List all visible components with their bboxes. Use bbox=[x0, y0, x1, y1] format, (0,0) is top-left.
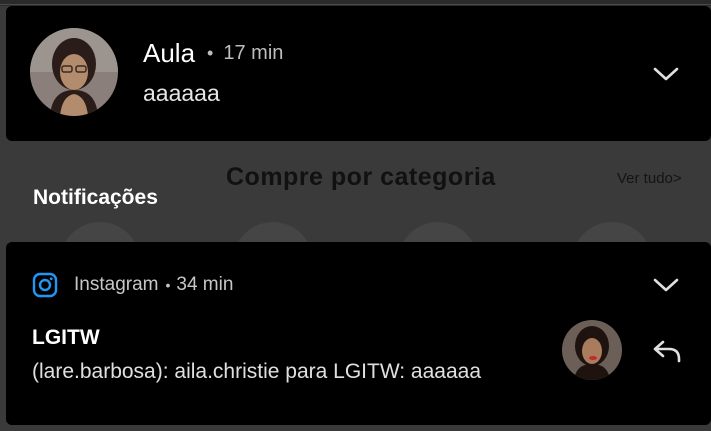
notification-message: aaaaaa bbox=[143, 80, 220, 106]
conversation-title: LGITW bbox=[32, 326, 100, 349]
notifications-heading: Notificações bbox=[33, 186, 158, 209]
separator-dot: • bbox=[207, 42, 214, 63]
app-header-row: Instagram • 34 min bbox=[32, 272, 233, 298]
notification-title-row: Aula • 17 min bbox=[143, 38, 283, 68]
see-all-link[interactable]: Ver tudo> bbox=[617, 170, 682, 187]
instagram-icon bbox=[32, 272, 58, 298]
app-name: Instagram bbox=[74, 274, 159, 295]
chevron-down-icon[interactable] bbox=[651, 275, 681, 295]
notification-time: 34 min bbox=[176, 274, 234, 295]
separator-dot: • bbox=[165, 277, 171, 293]
contact-avatar bbox=[30, 28, 118, 116]
category-title: Compre por categoria bbox=[226, 163, 496, 191]
reply-icon[interactable] bbox=[651, 338, 683, 364]
chevron-down-icon[interactable] bbox=[651, 64, 681, 84]
notification-message: (lare.barbosa): aila.christie para LGITW… bbox=[32, 360, 481, 383]
message-notification[interactable]: Aula • 17 min aaaaaa bbox=[6, 6, 711, 141]
notification-time: 17 min bbox=[223, 41, 284, 64]
instagram-notification[interactable]: Instagram • 34 min LGITW (lare.barbosa):… bbox=[6, 242, 711, 425]
sender-name: Aula bbox=[143, 37, 196, 68]
contact-avatar bbox=[562, 320, 622, 380]
